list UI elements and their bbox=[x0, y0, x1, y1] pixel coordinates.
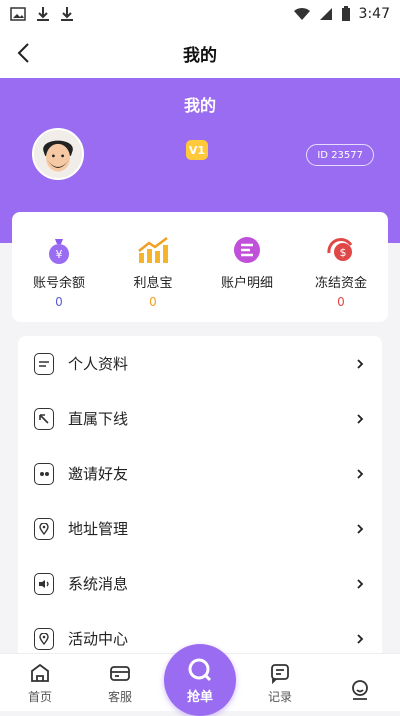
back-arrow-icon[interactable] bbox=[12, 40, 38, 66]
menu-label: 地址管理 bbox=[68, 518, 128, 539]
stat-label: 冻结资金 bbox=[315, 272, 367, 291]
menu-item-invite-friends[interactable]: 邀请好友 bbox=[18, 446, 382, 501]
menu-label: 系统消息 bbox=[68, 573, 128, 594]
menu-item-direct-downline[interactable]: 直属下线 bbox=[18, 391, 382, 446]
stat-account-details[interactable]: 账户明细 bbox=[200, 212, 294, 322]
frozen-funds-icon: $ bbox=[324, 234, 358, 266]
menu-label: 活动中心 bbox=[68, 628, 128, 649]
tab-support[interactable]: 客服 bbox=[80, 654, 160, 711]
tab-label: 记录 bbox=[268, 688, 292, 705]
chevron-right-icon bbox=[354, 633, 366, 645]
stat-frozen-funds[interactable]: $ 冻结资金 0 bbox=[294, 212, 388, 322]
status-bar: 3:47 bbox=[0, 0, 400, 28]
menu-item-address-management[interactable]: 地址管理 bbox=[18, 501, 382, 556]
tab-grab-order[interactable]: 抢单 bbox=[164, 644, 236, 716]
stat-label: 账号余额 bbox=[33, 272, 85, 291]
menu-card: 个人资料 直属下线 邀请好友 地址管理 系统消息 活动中心 bbox=[18, 336, 382, 666]
records-icon bbox=[269, 662, 291, 684]
menu-label: 个人资料 bbox=[68, 353, 128, 374]
profile-icon bbox=[349, 679, 371, 701]
stat-value: 0 bbox=[55, 295, 63, 309]
menu-label: 邀请好友 bbox=[68, 463, 128, 484]
menu-label: 直属下线 bbox=[68, 408, 128, 429]
support-icon bbox=[109, 662, 131, 684]
wifi-icon bbox=[293, 7, 311, 21]
stat-label: 账户明细 bbox=[221, 272, 273, 291]
chevron-right-icon bbox=[354, 468, 366, 480]
invite-icon bbox=[34, 463, 54, 485]
team-icon bbox=[34, 408, 54, 430]
tab-records[interactable]: 记录 bbox=[240, 654, 320, 711]
download-icon bbox=[60, 6, 74, 22]
chart-up-icon bbox=[136, 234, 170, 266]
chevron-right-icon bbox=[354, 358, 366, 370]
home-icon bbox=[29, 662, 51, 684]
chevron-right-icon bbox=[354, 523, 366, 535]
profile-doc-icon bbox=[34, 353, 54, 375]
grab-order-icon bbox=[186, 656, 214, 684]
menu-item-profile[interactable]: 个人资料 bbox=[18, 336, 382, 391]
signal-icon bbox=[319, 7, 333, 21]
tab-home[interactable]: 首页 bbox=[0, 654, 80, 711]
nav-title: 我的 bbox=[183, 41, 217, 66]
speaker-icon bbox=[34, 573, 54, 595]
tab-label: 客服 bbox=[108, 688, 132, 705]
stats-card: ¥ 账号余额 0 利息宝 0 账户明细 $ 冻结资金 0 bbox=[12, 212, 388, 322]
user-id-badge: ID 23577 bbox=[306, 144, 374, 166]
location-icon bbox=[34, 518, 54, 540]
profile-title: 我的 bbox=[0, 92, 400, 116]
stat-value: 0 bbox=[337, 295, 345, 309]
battery-icon bbox=[341, 6, 351, 22]
money-bag-icon: ¥ bbox=[42, 234, 76, 266]
svg-text:$: $ bbox=[340, 246, 347, 259]
svg-text:¥: ¥ bbox=[56, 248, 63, 261]
image-notification-icon bbox=[10, 7, 26, 21]
avatar[interactable] bbox=[32, 128, 84, 180]
activity-icon bbox=[34, 628, 54, 650]
tab-label: 首页 bbox=[28, 688, 52, 705]
tab-profile[interactable] bbox=[320, 654, 400, 711]
menu-item-system-messages[interactable]: 系统消息 bbox=[18, 556, 382, 611]
stat-label: 利息宝 bbox=[133, 272, 172, 291]
vip-badge: V1 bbox=[186, 140, 208, 160]
tab-label: 抢单 bbox=[187, 686, 213, 705]
stat-value: 0 bbox=[149, 295, 157, 309]
stat-interest[interactable]: 利息宝 0 bbox=[106, 212, 200, 322]
chevron-right-icon bbox=[354, 413, 366, 425]
download-icon bbox=[36, 6, 50, 22]
stat-account-balance[interactable]: ¥ 账号余额 0 bbox=[12, 212, 106, 322]
account-detail-icon bbox=[230, 234, 264, 266]
status-time: 3:47 bbox=[359, 6, 390, 22]
chevron-right-icon bbox=[354, 578, 366, 590]
nav-bar: 我的 bbox=[0, 28, 400, 78]
